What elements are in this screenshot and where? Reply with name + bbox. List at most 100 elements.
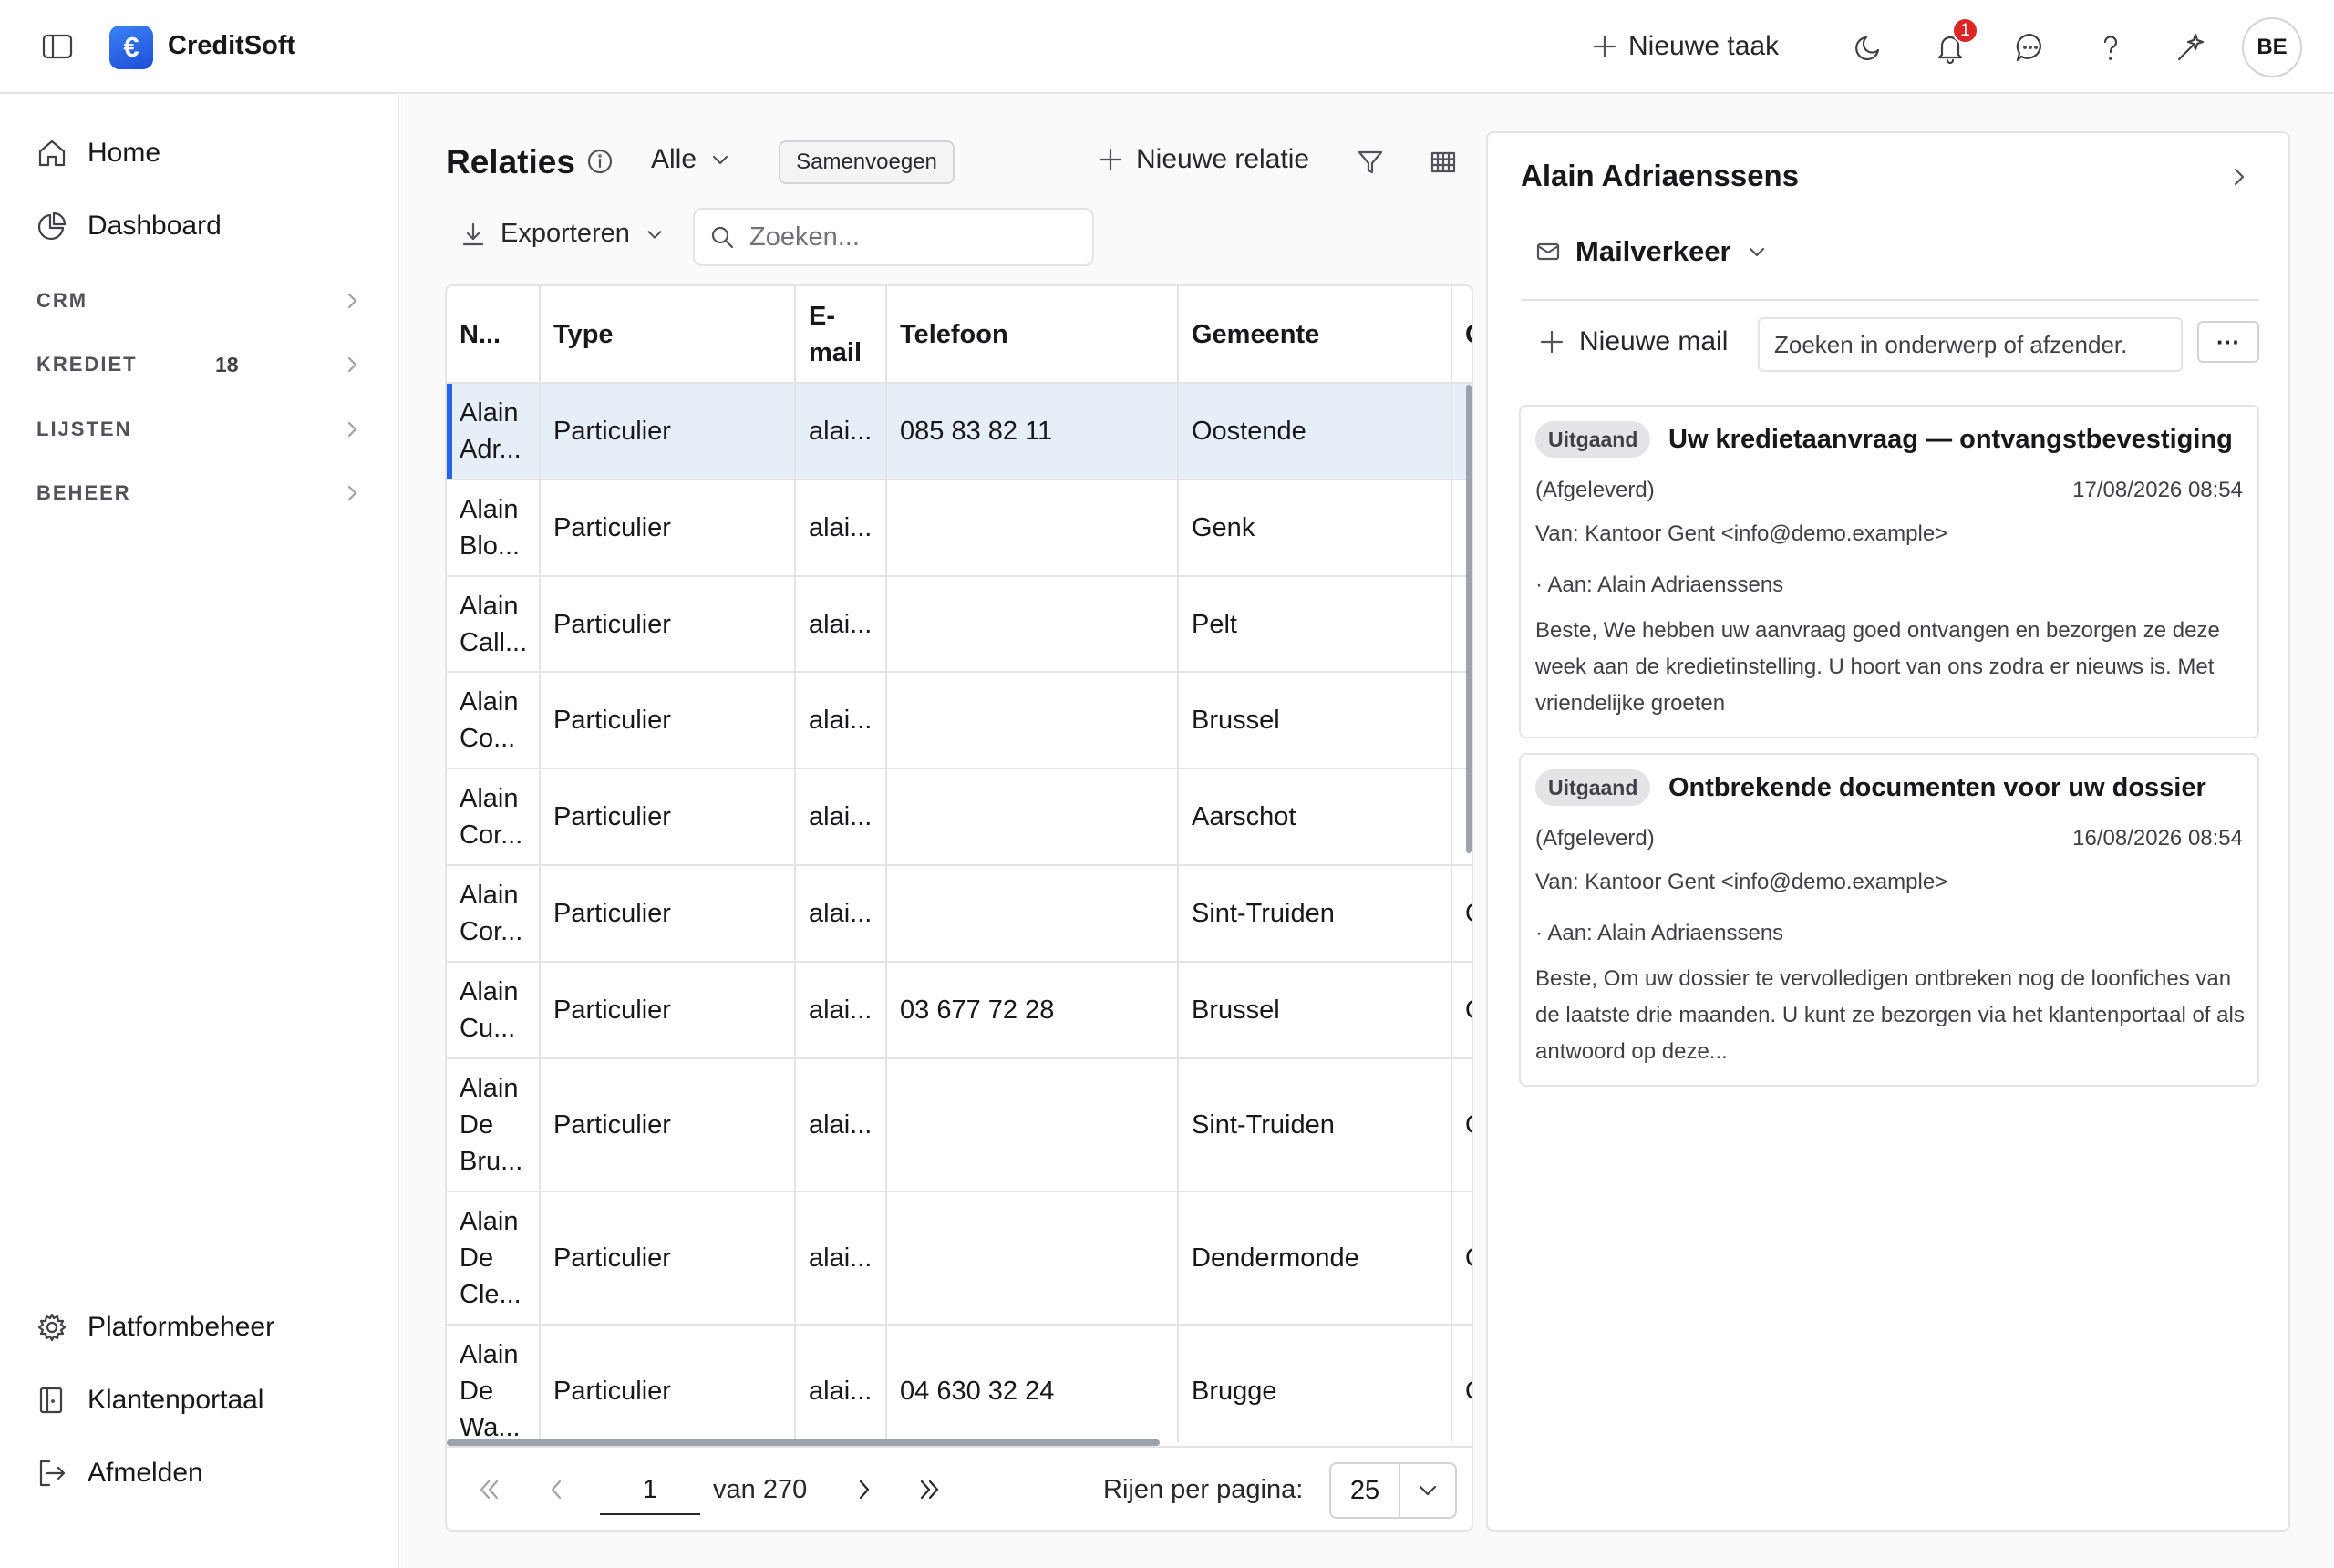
- sidebar-group-beheer[interactable]: BEHEER: [36, 475, 363, 511]
- column-header-type[interactable]: Type: [540, 286, 796, 384]
- export-label: Exporteren: [501, 219, 630, 248]
- cell-type: Particulier: [540, 576, 796, 673]
- mail-item[interactable]: Uitgaand Uw kredietaanvraag — ontvangstb…: [1519, 405, 2259, 738]
- chevron-right-icon: [347, 293, 357, 309]
- cell-name: Alain De Bru...: [447, 1058, 541, 1192]
- sidebar-group-krediet[interactable]: KREDIET 18: [36, 346, 363, 383]
- cell-type: Particulier: [540, 769, 796, 866]
- sidebar-group-label: LIJSTEN: [36, 418, 132, 440]
- mail-item[interactable]: Uitgaand Ontbrekende documenten voor uw …: [1519, 753, 2259, 1087]
- cell-name: Alain Cor...: [447, 865, 541, 963]
- new-relation-button[interactable]: Nieuwe relatie: [1098, 144, 1309, 175]
- mail-date: 17/08/2026 08:54: [2072, 478, 2243, 502]
- sidebar-toggle-icon[interactable]: [42, 33, 73, 60]
- column-header-extra[interactable]: G: [1451, 286, 1472, 384]
- table-row[interactable]: Alain Adr... Particulier alai... 085 83 …: [447, 383, 1472, 480]
- avatar[interactable]: BE: [2242, 17, 2302, 77]
- page-number-input[interactable]: [600, 1466, 700, 1515]
- table-row[interactable]: Alain Co... Particulier alai... Brussel …: [447, 672, 1472, 769]
- last-page-icon[interactable]: [915, 1475, 945, 1504]
- chat-icon[interactable]: [2013, 30, 2048, 65]
- cell-phone: [886, 480, 1179, 577]
- next-page-icon[interactable]: [850, 1475, 879, 1504]
- sidebar-item-dashboard[interactable]: Dashboard: [36, 204, 222, 248]
- mail-search-input[interactable]: [1758, 317, 2183, 372]
- first-page-icon[interactable]: [474, 1475, 503, 1504]
- scope-dropdown[interactable]: Alle: [651, 144, 731, 175]
- filter-icon[interactable]: [1356, 148, 1385, 177]
- rows-per-page-select[interactable]: 25: [1329, 1462, 1457, 1519]
- cell-name: Alain Call...: [447, 576, 541, 673]
- plus-icon: [1540, 330, 1564, 354]
- table-row[interactable]: Alain Cor... Particulier alai... Sint-Tr…: [447, 865, 1472, 963]
- sidebar-item-label: Klantenportaal: [88, 1385, 264, 1415]
- cell-email: alai...: [795, 1058, 887, 1192]
- column-header-name[interactable]: N...: [447, 286, 541, 384]
- cell-phone: 03 677 72 28: [886, 962, 1179, 1059]
- table-row[interactable]: Alain Cu... Particulier alai... 03 677 7…: [447, 962, 1472, 1059]
- table-row[interactable]: Alain De Wa... Particulier alai... 04 63…: [447, 1325, 1472, 1442]
- cell-city: Brugge: [1178, 1325, 1452, 1442]
- horizontal-scrollbar[interactable]: [447, 1439, 1160, 1446]
- rows-per-page-label: Rijen per pagina:: [1103, 1475, 1304, 1504]
- cell-email: alai...: [795, 962, 887, 1059]
- sidebar-item-home[interactable]: Home: [36, 131, 160, 175]
- export-button[interactable]: Exporteren: [460, 219, 665, 249]
- cell-name: Alain Cu...: [447, 962, 541, 1059]
- cell-name: Alain Co...: [447, 672, 541, 769]
- cell-extra: O: [1451, 962, 1472, 1059]
- info-icon[interactable]: [586, 148, 614, 175]
- new-task-button[interactable]: Nieuwe taak: [1592, 27, 1779, 66]
- sidebar-item-afmelden[interactable]: Afmelden: [36, 1451, 203, 1495]
- mail-status: (Afgeleverd): [1535, 826, 1655, 851]
- pie-chart-icon: [38, 211, 67, 240]
- sidebar-item-klantenportaal[interactable]: Klantenportaal: [36, 1378, 263, 1422]
- cell-phone: 085 83 82 11: [886, 383, 1179, 480]
- sparkle-icon[interactable]: [2174, 30, 2208, 65]
- table-row[interactable]: Alain De Bru... Particulier alai... Sint…: [447, 1058, 1472, 1192]
- column-header-email[interactable]: E-mail: [795, 286, 887, 384]
- cell-type: Particulier: [540, 962, 796, 1059]
- cell-name: Alain Cor...: [447, 769, 541, 866]
- new-mail-label: Nieuwe mail: [1579, 326, 1729, 356]
- table-row[interactable]: Alain De Cle... Particulier alai... Dend…: [447, 1191, 1472, 1326]
- sidebar-group-lijsten[interactable]: LIJSTEN: [36, 411, 363, 448]
- mail-icon: [1536, 242, 1560, 261]
- page-title: Relaties: [446, 143, 575, 181]
- cell-city: Brussel: [1178, 962, 1452, 1059]
- cell-name: Alain Adr...: [447, 383, 541, 480]
- search-input[interactable]: [749, 222, 1078, 253]
- column-header-city[interactable]: Gemeente: [1178, 286, 1452, 384]
- mail-to: · Aan: Alain Adriaenssens: [1535, 921, 1784, 945]
- brand-logo[interactable]: €: [109, 26, 153, 69]
- vertical-scrollbar[interactable]: [1466, 385, 1472, 853]
- chevron-right-icon[interactable]: [2226, 164, 2252, 190]
- cell-email: alai...: [795, 576, 887, 673]
- sidebar-item-platformbeheer[interactable]: Platformbeheer: [36, 1305, 274, 1349]
- mail-status: (Afgeleverd): [1535, 478, 1655, 502]
- columns-icon[interactable]: [1429, 148, 1458, 177]
- page-total: van 270: [713, 1475, 808, 1504]
- direction-badge: Uitgaand: [1535, 769, 1651, 806]
- table-row[interactable]: Alain Cor... Particulier alai... Aarscho…: [447, 769, 1472, 866]
- table-row[interactable]: Alain Call... Particulier alai... Pelt O: [447, 576, 1472, 673]
- merge-button[interactable]: Samenvoegen: [779, 140, 955, 184]
- brand-name[interactable]: CreditSoft: [168, 31, 295, 61]
- table-row[interactable]: Alain Blo... Particulier alai... Genk O: [447, 480, 1472, 577]
- new-mail-button[interactable]: Nieuwe mail: [1539, 326, 1728, 357]
- rows-per-page-value: 25: [1331, 1464, 1400, 1517]
- cell-type: Particulier: [540, 1191, 796, 1326]
- chevron-down-icon: [712, 155, 728, 165]
- chevron-right-icon: [347, 485, 357, 501]
- plus-icon: [1593, 35, 1616, 58]
- help-icon[interactable]: [2093, 30, 2128, 65]
- moon-icon[interactable]: [1851, 30, 1885, 65]
- chevron-right-icon: [347, 356, 357, 373]
- previous-page-icon[interactable]: [542, 1475, 571, 1504]
- more-options-button[interactable]: ···: [2197, 321, 2259, 363]
- relation-detail-panel: Alain Adriaenssens Mailverkeer Nieuwe ma…: [1486, 131, 2290, 1532]
- sidebar-group-crm[interactable]: CRM: [36, 283, 363, 319]
- column-header-phone[interactable]: Telefoon: [886, 286, 1179, 384]
- cell-phone: [886, 576, 1179, 673]
- mail-section-dropdown[interactable]: Mailverkeer: [1535, 235, 1768, 268]
